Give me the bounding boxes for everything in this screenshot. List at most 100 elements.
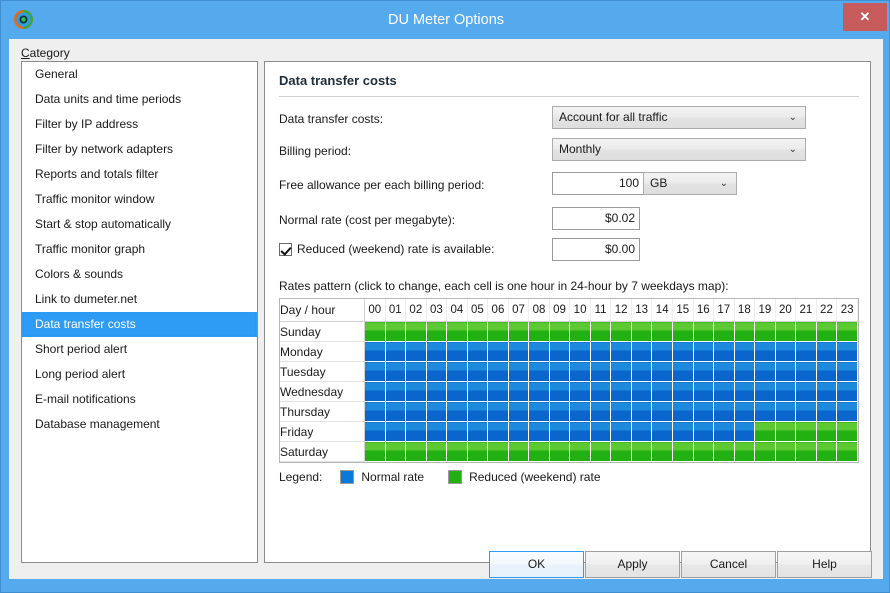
rates-cell-tuesday-19[interactable] (755, 362, 776, 382)
rates-cell-monday-07[interactable] (508, 342, 529, 362)
rates-cell-wednesday-04[interactable] (447, 382, 468, 402)
free-allowance-unit-select[interactable]: GB ⌄ (643, 172, 737, 195)
rates-cell-monday-22[interactable] (816, 342, 837, 362)
rates-cell-saturday-22[interactable] (816, 442, 837, 462)
sidebar-item-link-to-dumeter-net[interactable]: Link to dumeter.net (22, 287, 257, 312)
rates-cell-thursday-01[interactable] (385, 402, 406, 422)
rates-cell-wednesday-18[interactable] (734, 382, 755, 402)
rates-cell-friday-17[interactable] (714, 422, 735, 442)
sidebar-item-general[interactable]: General (22, 62, 257, 87)
rates-cell-saturday-03[interactable] (426, 442, 447, 462)
reduced-rate-checkbox-row[interactable]: Reduced (weekend) rate is available: (279, 242, 494, 256)
rates-cell-thursday-07[interactable] (508, 402, 529, 422)
rates-cell-thursday-02[interactable] (406, 402, 427, 422)
reduced-rate-input[interactable]: $0.00 (552, 238, 640, 261)
rates-cell-monday-18[interactable] (734, 342, 755, 362)
rates-cell-thursday-08[interactable] (529, 402, 550, 422)
sidebar-item-start-stop-automatically[interactable]: Start & stop automatically (22, 212, 257, 237)
rates-cell-friday-02[interactable] (406, 422, 427, 442)
rates-cell-sunday-16[interactable] (693, 322, 714, 342)
sidebar-item-database-management[interactable]: Database management (22, 412, 257, 437)
rates-cell-saturday-02[interactable] (406, 442, 427, 462)
rates-cell-monday-12[interactable] (611, 342, 632, 362)
rates-cell-tuesday-16[interactable] (693, 362, 714, 382)
rates-cell-sunday-17[interactable] (714, 322, 735, 342)
rates-cell-friday-01[interactable] (385, 422, 406, 442)
sidebar-item-data-units-and-time-periods[interactable]: Data units and time periods (22, 87, 257, 112)
sidebar-item-e-mail-notifications[interactable]: E-mail notifications (22, 387, 257, 412)
rates-cell-friday-14[interactable] (652, 422, 673, 442)
rates-cell-wednesday-16[interactable] (693, 382, 714, 402)
rates-cell-monday-00[interactable] (365, 342, 386, 362)
rates-cell-wednesday-11[interactable] (590, 382, 611, 402)
rates-cell-thursday-12[interactable] (611, 402, 632, 422)
rates-cell-monday-10[interactable] (570, 342, 591, 362)
rates-cell-monday-20[interactable] (775, 342, 796, 362)
checkmark-icon[interactable] (279, 243, 292, 256)
rates-cell-wednesday-08[interactable] (529, 382, 550, 402)
rates-cell-friday-19[interactable] (755, 422, 776, 442)
rates-cell-tuesday-07[interactable] (508, 362, 529, 382)
rates-cell-thursday-00[interactable] (365, 402, 386, 422)
rates-cell-wednesday-23[interactable] (837, 382, 858, 402)
rates-cell-saturday-06[interactable] (488, 442, 509, 462)
rates-cell-friday-16[interactable] (693, 422, 714, 442)
rates-cell-monday-02[interactable] (406, 342, 427, 362)
rates-cell-sunday-12[interactable] (611, 322, 632, 342)
rates-cell-saturday-18[interactable] (734, 442, 755, 462)
rates-cell-sunday-06[interactable] (488, 322, 509, 342)
rates-cell-thursday-10[interactable] (570, 402, 591, 422)
rates-cell-sunday-21[interactable] (796, 322, 817, 342)
rates-cell-tuesday-21[interactable] (796, 362, 817, 382)
rates-cell-monday-13[interactable] (631, 342, 652, 362)
rates-cell-thursday-22[interactable] (816, 402, 837, 422)
rates-cell-friday-13[interactable] (631, 422, 652, 442)
rates-cell-monday-06[interactable] (488, 342, 509, 362)
rates-cell-thursday-19[interactable] (755, 402, 776, 422)
rates-cell-tuesday-14[interactable] (652, 362, 673, 382)
rates-cell-saturday-13[interactable] (631, 442, 652, 462)
rates-cell-friday-10[interactable] (570, 422, 591, 442)
rates-cell-tuesday-09[interactable] (549, 362, 570, 382)
rates-cell-saturday-21[interactable] (796, 442, 817, 462)
rates-cell-saturday-17[interactable] (714, 442, 735, 462)
rates-cell-friday-07[interactable] (508, 422, 529, 442)
rates-cell-friday-05[interactable] (467, 422, 488, 442)
rates-cell-tuesday-10[interactable] (570, 362, 591, 382)
rates-pattern-grid[interactable]: Day / hour000102030405060708091011121314… (279, 298, 859, 463)
rates-cell-saturday-05[interactable] (467, 442, 488, 462)
rates-cell-saturday-15[interactable] (672, 442, 693, 462)
rates-cell-wednesday-02[interactable] (406, 382, 427, 402)
rates-cell-sunday-11[interactable] (590, 322, 611, 342)
rates-cell-wednesday-09[interactable] (549, 382, 570, 402)
rates-cell-thursday-21[interactable] (796, 402, 817, 422)
rates-cell-wednesday-03[interactable] (426, 382, 447, 402)
rates-cell-thursday-06[interactable] (488, 402, 509, 422)
sidebar-item-colors-sounds[interactable]: Colors & sounds (22, 262, 257, 287)
rates-cell-thursday-23[interactable] (837, 402, 858, 422)
rates-cell-sunday-02[interactable] (406, 322, 427, 342)
rates-cell-saturday-23[interactable] (837, 442, 858, 462)
rates-cell-saturday-00[interactable] (365, 442, 386, 462)
sidebar-item-traffic-monitor-window[interactable]: Traffic monitor window (22, 187, 257, 212)
rates-cell-saturday-10[interactable] (570, 442, 591, 462)
ok-button[interactable]: OK (489, 551, 584, 578)
rates-cell-friday-09[interactable] (549, 422, 570, 442)
rates-cell-sunday-01[interactable] (385, 322, 406, 342)
rates-cell-sunday-04[interactable] (447, 322, 468, 342)
rates-cell-thursday-14[interactable] (652, 402, 673, 422)
rates-cell-saturday-20[interactable] (775, 442, 796, 462)
rates-cell-sunday-20[interactable] (775, 322, 796, 342)
rates-cell-tuesday-01[interactable] (385, 362, 406, 382)
rates-cell-saturday-01[interactable] (385, 442, 406, 462)
rates-cell-friday-20[interactable] (775, 422, 796, 442)
rates-cell-friday-11[interactable] (590, 422, 611, 442)
rates-cell-saturday-08[interactable] (529, 442, 550, 462)
apply-button[interactable]: Apply (585, 551, 680, 578)
rates-cell-saturday-12[interactable] (611, 442, 632, 462)
rates-cell-friday-15[interactable] (672, 422, 693, 442)
sidebar-item-reports-and-totals-filter[interactable]: Reports and totals filter (22, 162, 257, 187)
rates-cell-sunday-05[interactable] (467, 322, 488, 342)
rates-cell-wednesday-20[interactable] (775, 382, 796, 402)
rates-cell-thursday-09[interactable] (549, 402, 570, 422)
